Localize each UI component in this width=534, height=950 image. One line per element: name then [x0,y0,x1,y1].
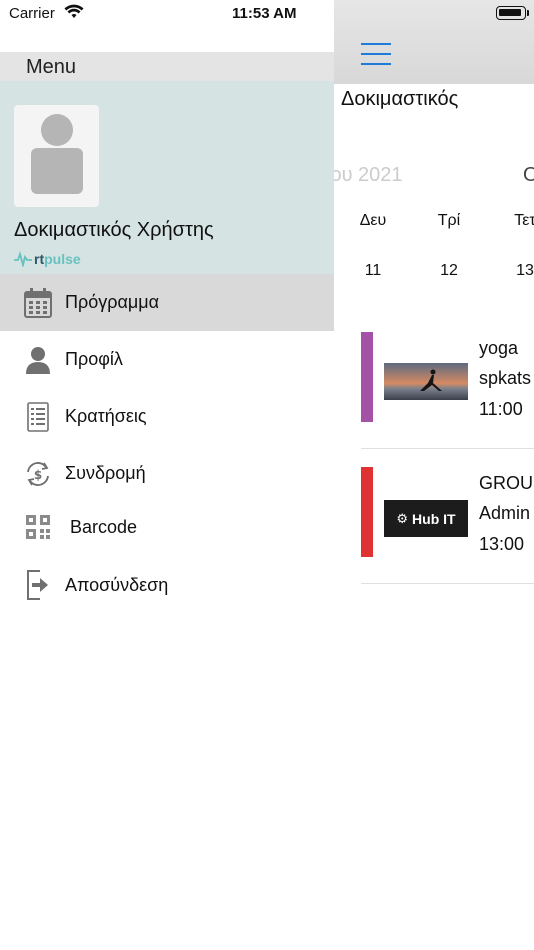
svg-text:$: $ [34,468,42,482]
yoga-image [384,363,468,400]
avatar[interactable] [14,105,99,207]
side-drawer: Menu Δοκιμαστικός Χρήστης rtpulse Πρόγρα… [0,0,334,950]
profile-panel: Δοκιμαστικός Χρήστης rtpulse [0,81,334,274]
avatar-body [31,148,83,194]
schedule-screen: Δοκιμαστικός ίου 2021 Ο Δευ Τρί Τετ 11 1… [334,0,534,950]
hamburger-menu-icon[interactable] [361,43,391,65]
month-label-previous[interactable]: ίου 2021 [334,164,403,187]
menu-item-label: Barcode [70,516,138,537]
menu-item-label: Προφίλ [65,349,123,369]
day-number[interactable]: 13 [505,262,534,280]
battery-icon [496,6,526,20]
menu-item-profile[interactable]: Προφίλ [0,331,334,388]
event-item[interactable]: ⚙ Hub IT GROU Admin 13:00 [334,453,534,588]
event-time: 13:00 [479,534,525,554]
event-time: 11:00 [479,399,523,419]
gear-icon: ⚙ [396,510,409,526]
logo-text: rtpulse [34,251,81,267]
month-label-next[interactable]: Ο [523,164,534,187]
day-number[interactable]: 12 [429,262,469,280]
qr-code-icon [24,511,52,543]
logout-icon [24,569,52,601]
list-icon [24,401,52,433]
event-color-bar [361,467,373,557]
event-instructor: Admin [479,503,531,523]
carrier-label: Carrier [9,5,55,22]
menu-item-logout[interactable]: Αποσύνδεση [0,552,334,618]
status-time: 11:53 AM [232,5,297,22]
menu-item-subscription[interactable]: $ Συνδρομή [0,445,334,502]
day-name: Τρί [437,212,461,229]
event-color-bar [361,332,373,422]
status-bar: Carrier 11:53 AM [0,0,534,30]
event-title: GROU [479,473,533,493]
wifi-icon [64,4,84,25]
hubit-logo-image: ⚙ Hub IT [384,500,468,537]
menu-list: Πρόγραμμα Προφίλ Κρατήσεις $ Συνδρομή Ba… [0,274,334,618]
calendar-icon [24,287,52,319]
event-title: yoga [479,338,519,358]
menu-item-label: Πρόγραμμα [65,292,160,312]
subscription-icon: $ [24,458,52,490]
rtpulse-logo: rtpulse [14,249,81,269]
page-title: Δοκιμαστικός [341,88,459,110]
menu-item-barcode[interactable]: Barcode [0,502,334,552]
divider [361,448,534,449]
event-item[interactable]: yoga spkats 11:00 [334,318,534,453]
day-number[interactable]: 11 [353,262,393,280]
pulse-icon [14,251,32,267]
menu-header: Menu [0,52,334,81]
avatar-head [41,114,73,146]
person-icon [24,344,52,376]
menu-item-label: Αποσύνδεση [65,574,169,595]
day-name: Δευ [359,212,387,229]
battery-tip [527,10,529,16]
menu-title: Menu [26,56,77,78]
menu-item-bookings[interactable]: Κρατήσεις [0,388,334,445]
menu-item-label: Κρατήσεις [65,406,147,426]
menu-item-label: Συνδρομή [65,463,146,483]
user-name: Δοκιμαστικός Χρήστης [14,219,214,241]
divider [361,583,534,584]
hubit-logo-text: Hub IT [412,510,456,527]
event-instructor: spkats [479,368,532,388]
day-name: Τετ [514,212,534,229]
menu-item-schedule[interactable]: Πρόγραμμα [0,274,334,331]
